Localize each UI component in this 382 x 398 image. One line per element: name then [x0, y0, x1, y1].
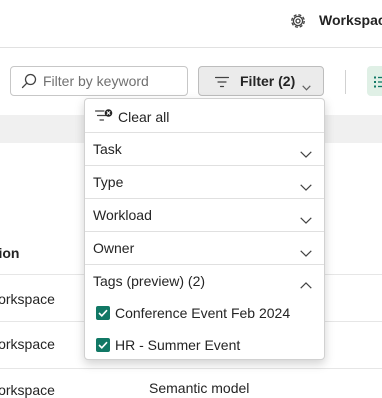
search-icon: [21, 73, 37, 89]
filter-section-workload[interactable]: Workload: [85, 198, 324, 230]
tag-option-label: Conference Event Feb 2024: [115, 305, 291, 321]
table-cell-location: workspace: [0, 291, 55, 307]
gear-icon[interactable]: [288, 11, 308, 31]
checkmark-icon: [98, 341, 108, 349]
chevron-down-icon: [300, 211, 312, 224]
table-cell-location: workspace: [0, 336, 55, 352]
checkbox[interactable]: [96, 306, 110, 320]
chevron-down-icon: [302, 78, 311, 91]
view-toggle-button[interactable]: [367, 66, 382, 96]
filter-button[interactable]: Filter (2): [198, 66, 324, 96]
row-divider: [0, 368, 382, 369]
checkbox[interactable]: [96, 338, 110, 352]
checkmark-icon: [98, 309, 108, 317]
chevron-down-icon: [300, 145, 312, 158]
filter-section-task[interactable]: Task: [85, 132, 324, 164]
search-box[interactable]: [10, 66, 188, 96]
toolbar-divider: [345, 70, 346, 94]
filter-section-label: Owner: [93, 240, 135, 256]
chevron-up-icon: [300, 276, 312, 289]
filter-lines-icon: [214, 75, 230, 88]
clear-all-button[interactable]: Clear all: [85, 99, 324, 132]
column-header-location[interactable]: ation: [0, 245, 19, 261]
table-cell-location: workspace: [0, 382, 55, 398]
chevron-down-icon: [300, 178, 312, 191]
filter-section-tags[interactable]: Tags (preview) (2): [85, 264, 324, 296]
clear-all-label: Clear all: [118, 109, 170, 125]
filter-section-label: Tags (preview) (2): [93, 273, 206, 289]
tag-option-hr-summer-event[interactable]: HR - Summer Event: [85, 333, 324, 359]
filter-section-label: Task: [93, 141, 122, 157]
chevron-down-icon: [300, 244, 312, 257]
clear-filter-icon: [94, 109, 113, 123]
filter-section-label: Workload: [93, 207, 152, 223]
tag-option-conference-event[interactable]: Conference Event Feb 2024: [85, 301, 324, 327]
filter-section-owner[interactable]: Owner: [85, 231, 324, 263]
filter-dropdown-panel: Clear all Task Type Workload Owner Tags …: [84, 98, 325, 360]
filter-button-label: Filter (2): [240, 73, 296, 89]
list-view-icon: [374, 75, 382, 88]
filter-section-label: Type: [93, 174, 124, 190]
search-input[interactable]: [43, 71, 183, 91]
workspace-label[interactable]: Workspac: [319, 12, 382, 28]
filter-section-type[interactable]: Type: [85, 165, 324, 197]
table-cell-type: Semantic model: [149, 380, 250, 396]
top-bar: Workspac: [0, 0, 382, 48]
tag-option-label: HR - Summer Event: [115, 337, 241, 353]
